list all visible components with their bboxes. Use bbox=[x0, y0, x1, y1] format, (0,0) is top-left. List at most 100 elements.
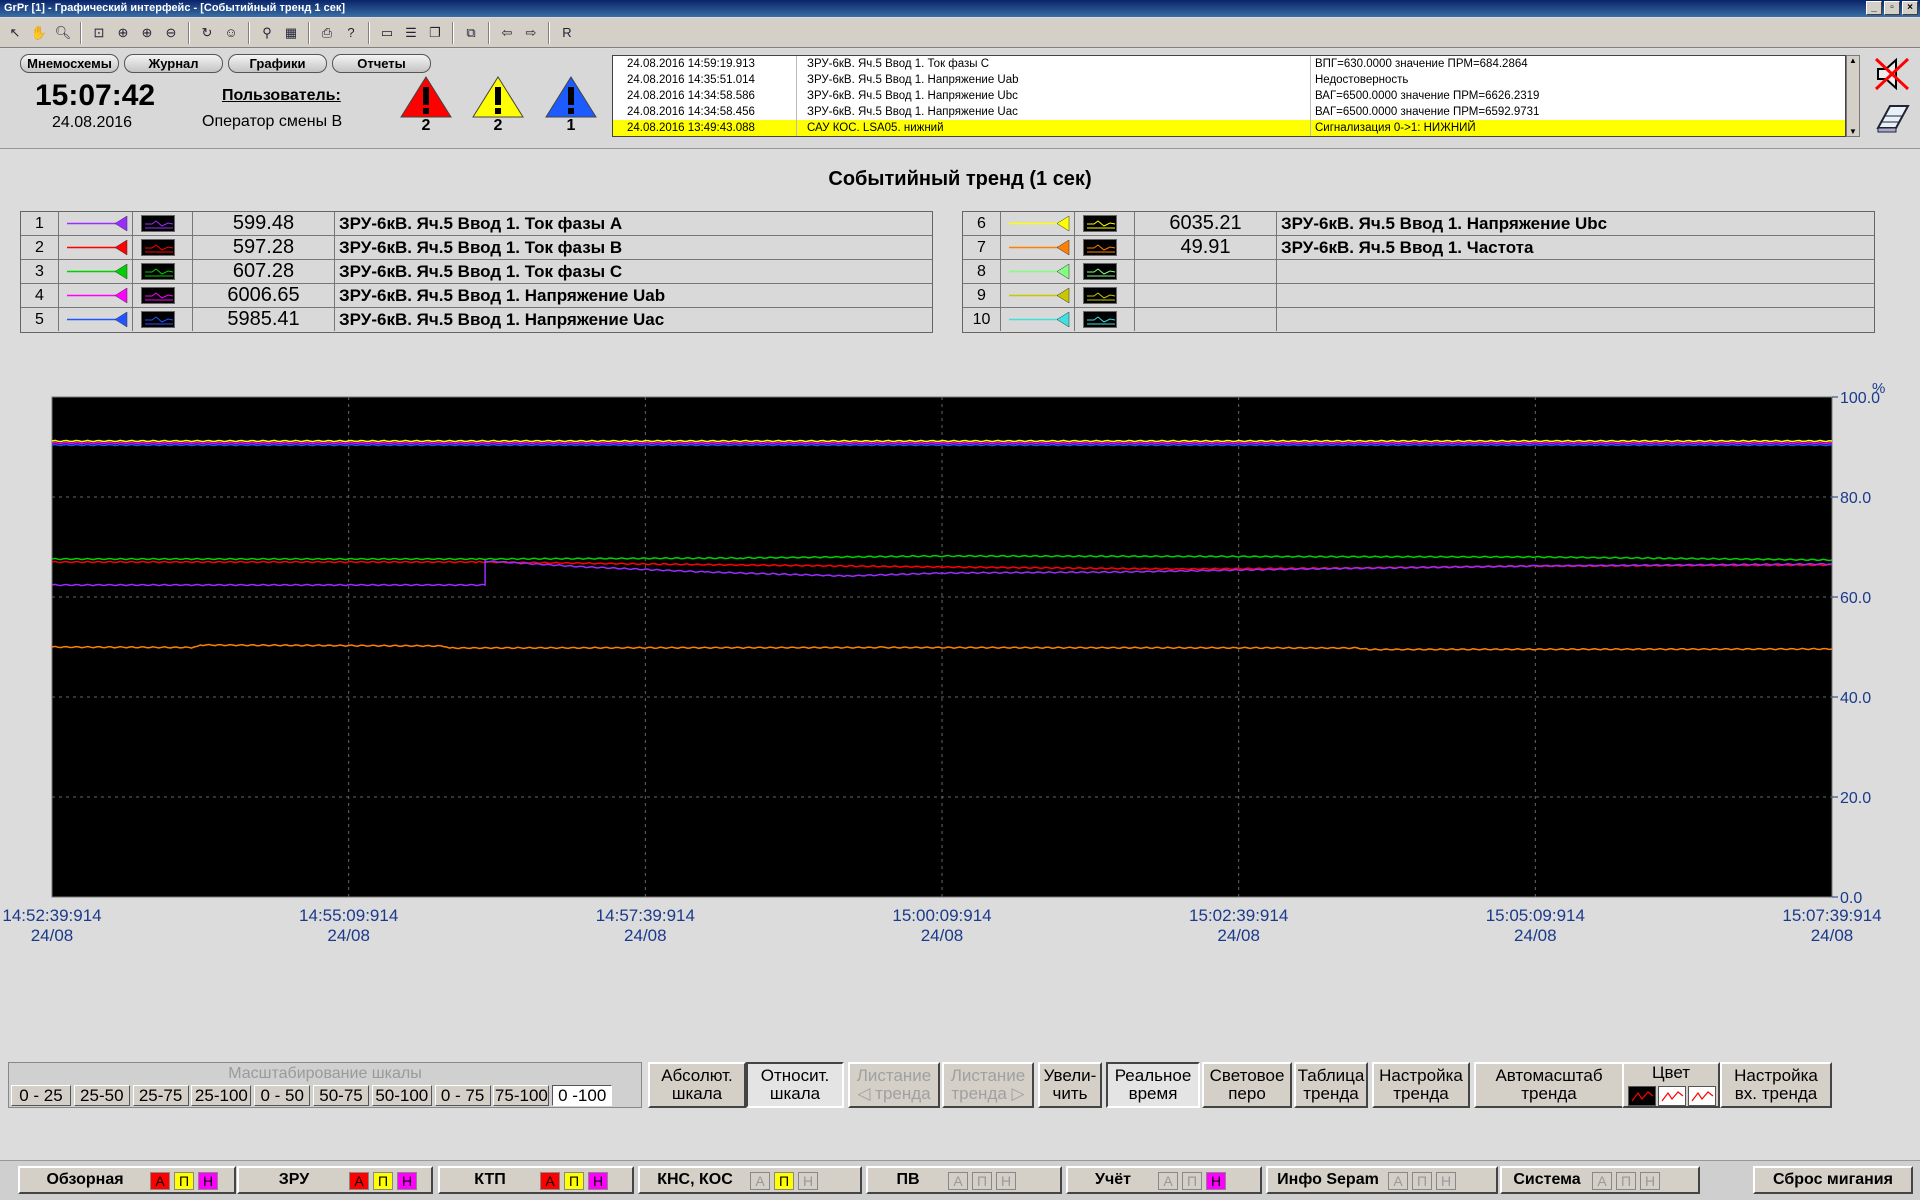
relative-scale-button[interactable]: Относит. шкала bbox=[746, 1062, 844, 1108]
status-indicator[interactable]: Н bbox=[1640, 1172, 1660, 1190]
status-indicator[interactable]: Н bbox=[996, 1172, 1016, 1190]
pen-style-cell[interactable] bbox=[1075, 260, 1135, 283]
status-indicator[interactable]: А bbox=[349, 1172, 369, 1190]
magnifier-icon[interactable]: 🔍︎ bbox=[52, 22, 74, 44]
pen-style-cell[interactable] bbox=[133, 308, 193, 331]
refresh-icon[interactable]: ↻ bbox=[196, 22, 218, 44]
pen-style-cell[interactable] bbox=[133, 236, 193, 259]
status-indicator[interactable]: А bbox=[540, 1172, 560, 1190]
status-indicator[interactable]: П bbox=[774, 1172, 794, 1190]
pen-color-cell[interactable] bbox=[1001, 260, 1075, 283]
input-trend-settings-button[interactable]: Настройка вх. тренда bbox=[1720, 1062, 1832, 1108]
pen-color-cell[interactable] bbox=[59, 212, 133, 235]
event-row[interactable]: 24.08.2016 14:35:51.014 ЗРУ-6кВ. Яч.5 Вво… bbox=[613, 72, 1845, 88]
status-indicator[interactable]: А bbox=[1388, 1172, 1408, 1190]
scroll-forward-button[interactable]: Листание тренда ▷ bbox=[942, 1062, 1034, 1108]
legend-row[interactable]: 5 5985.41 ЗРУ-6кВ. Яч.5 Ввод 1. Напряжение… bbox=[21, 308, 932, 332]
zoom-in-icon[interactable]: ⊕ bbox=[136, 22, 158, 44]
nav-group-1[interactable]: Обзорная А П Н bbox=[18, 1166, 236, 1194]
pen-color-cell[interactable] bbox=[59, 260, 133, 283]
event-row[interactable]: 24.08.2016 14:34:58.456 ЗРУ-6кВ. Яч.5 Вво… bbox=[613, 104, 1845, 120]
scale-option-button[interactable]: 0 - 75 bbox=[434, 1085, 491, 1106]
pen-style-cell[interactable] bbox=[1075, 236, 1135, 259]
pen-color-cell[interactable] bbox=[1001, 284, 1075, 307]
layout-2-icon[interactable]: ☰ bbox=[400, 22, 422, 44]
alarm-indicator-1[interactable]: 2 bbox=[398, 75, 454, 135]
color-swatch-3[interactable] bbox=[1688, 1086, 1716, 1106]
scale-option-button[interactable]: 50-100 bbox=[371, 1085, 432, 1106]
status-indicator[interactable]: Н bbox=[1436, 1172, 1456, 1190]
legend-row[interactable]: 4 6006.65 ЗРУ-6кВ. Яч.5 Ввод 1. Напряжение… bbox=[21, 284, 932, 308]
scale-option-button[interactable]: 75-100 bbox=[493, 1085, 550, 1106]
nav-group-8[interactable]: Система А П Н bbox=[1500, 1166, 1700, 1194]
scroll-back-button[interactable]: Листание ◁ тренда bbox=[848, 1062, 940, 1108]
color-swatch-2[interactable] bbox=[1658, 1086, 1686, 1106]
legend-row[interactable]: 3 607.28 ЗРУ-6кВ. Яч.5 Ввод 1. Ток фазы С bbox=[21, 260, 932, 284]
event-row[interactable]: 24.08.2016 14:34:58.586 ЗРУ-6кВ. Яч.5 Вво… bbox=[613, 88, 1845, 104]
reset-blink-button[interactable]: Сброс мигания bbox=[1753, 1166, 1913, 1194]
light-pen-button[interactable]: Световое перо bbox=[1202, 1062, 1292, 1108]
status-indicator[interactable]: Н bbox=[198, 1172, 218, 1190]
back-arrow-icon[interactable]: ⇦ bbox=[496, 22, 518, 44]
scale-option-button[interactable]: 25-75 bbox=[132, 1085, 189, 1106]
status-indicator[interactable]: А bbox=[1158, 1172, 1178, 1190]
network-icon[interactable]: ⧉ bbox=[460, 22, 482, 44]
help-icon[interactable]: ? bbox=[340, 22, 362, 44]
r-button[interactable]: R bbox=[556, 22, 578, 44]
minimize-button[interactable]: _ bbox=[1866, 1, 1882, 15]
nav-group-2[interactable]: ЗРУ А П Н bbox=[237, 1166, 433, 1194]
scale-option-button[interactable]: 50-75 bbox=[313, 1085, 369, 1106]
zoom-out-icon[interactable]: ⊖ bbox=[160, 22, 182, 44]
event-row[interactable]: 24.08.2016 14:59:19.913 ЗРУ-6кВ. Яч.5 Вво… bbox=[613, 56, 1845, 72]
trend-chart[interactable]: 100.080.060.040.020.00.0%14:52:39:91424/… bbox=[0, 370, 1920, 1060]
status-indicator[interactable]: А bbox=[750, 1172, 770, 1190]
journal-book-button[interactable] bbox=[1872, 98, 1912, 136]
zoom-button[interactable]: Увели- чить bbox=[1038, 1062, 1102, 1108]
scroll-down-icon[interactable]: ▼ bbox=[1847, 127, 1859, 136]
binoculars-icon[interactable]: ⚲ bbox=[256, 22, 278, 44]
pen-style-cell[interactable] bbox=[133, 260, 193, 283]
status-indicator[interactable]: А bbox=[948, 1172, 968, 1190]
pen-style-cell[interactable] bbox=[1075, 308, 1135, 331]
status-indicator[interactable]: П bbox=[1616, 1172, 1636, 1190]
zoom-fit-icon[interactable]: ⊡ bbox=[88, 22, 110, 44]
layout-3-icon[interactable]: ❐ bbox=[424, 22, 446, 44]
scale-option-button[interactable]: 25-100 bbox=[191, 1085, 252, 1106]
nav-group-4[interactable]: КНС, КОС А П Н bbox=[638, 1166, 862, 1194]
status-indicator[interactable]: П bbox=[373, 1172, 393, 1190]
status-indicator[interactable]: Н bbox=[397, 1172, 417, 1190]
user-icon[interactable]: ☺ bbox=[220, 22, 242, 44]
nav-reports-button[interactable]: Отчеты bbox=[332, 54, 431, 73]
pen-color-cell[interactable] bbox=[59, 308, 133, 331]
pen-style-cell[interactable] bbox=[1075, 284, 1135, 307]
legend-row[interactable]: 9 bbox=[963, 284, 1874, 308]
status-indicator[interactable]: П bbox=[1182, 1172, 1202, 1190]
status-indicator[interactable]: П bbox=[972, 1172, 992, 1190]
status-indicator[interactable]: А bbox=[150, 1172, 170, 1190]
trend-settings-button[interactable]: Настройка тренда bbox=[1372, 1062, 1470, 1108]
nav-mnemo-button[interactable]: Мнемосхемы bbox=[20, 54, 119, 73]
legend-row[interactable]: 8 bbox=[963, 260, 1874, 284]
nav-graphs-button[interactable]: Графики bbox=[228, 54, 327, 73]
legend-row[interactable]: 2 597.28 ЗРУ-6кВ. Яч.5 Ввод 1. Ток фазы В bbox=[21, 236, 932, 260]
scale-option-button[interactable]: 0 - 25 bbox=[11, 1085, 71, 1106]
alarm-indicator-3[interactable]: 1 bbox=[543, 75, 599, 135]
scale-option-button[interactable]: 0 -100 bbox=[552, 1085, 613, 1106]
restore-button[interactable]: ▫ bbox=[1884, 1, 1900, 15]
legend-row[interactable]: 10 bbox=[963, 308, 1874, 332]
pen-color-cell[interactable] bbox=[1001, 236, 1075, 259]
event-log-scrollbar[interactable]: ▲ ▼ bbox=[1846, 55, 1860, 137]
color-swatch-1[interactable] bbox=[1628, 1086, 1656, 1106]
status-indicator[interactable]: П bbox=[564, 1172, 584, 1190]
status-indicator[interactable]: А bbox=[1592, 1172, 1612, 1190]
autoscale-button[interactable]: Автомасштаб тренда bbox=[1474, 1062, 1624, 1108]
legend-row[interactable]: 6 6035.21 ЗРУ-6кВ. Яч.5 Ввод 1. Напряжение… bbox=[963, 212, 1874, 236]
close-button[interactable]: × bbox=[1902, 1, 1918, 15]
nav-group-7[interactable]: Инфо Sepam А П Н bbox=[1266, 1166, 1498, 1194]
status-indicator[interactable]: Н bbox=[798, 1172, 818, 1190]
status-indicator[interactable]: Н bbox=[588, 1172, 608, 1190]
nav-group-3[interactable]: КТП А П Н bbox=[438, 1166, 634, 1194]
hand-icon[interactable]: ✋ bbox=[28, 22, 50, 44]
sound-mute-button[interactable] bbox=[1872, 55, 1912, 93]
nav-group-6[interactable]: Учёт А П Н bbox=[1066, 1166, 1262, 1194]
